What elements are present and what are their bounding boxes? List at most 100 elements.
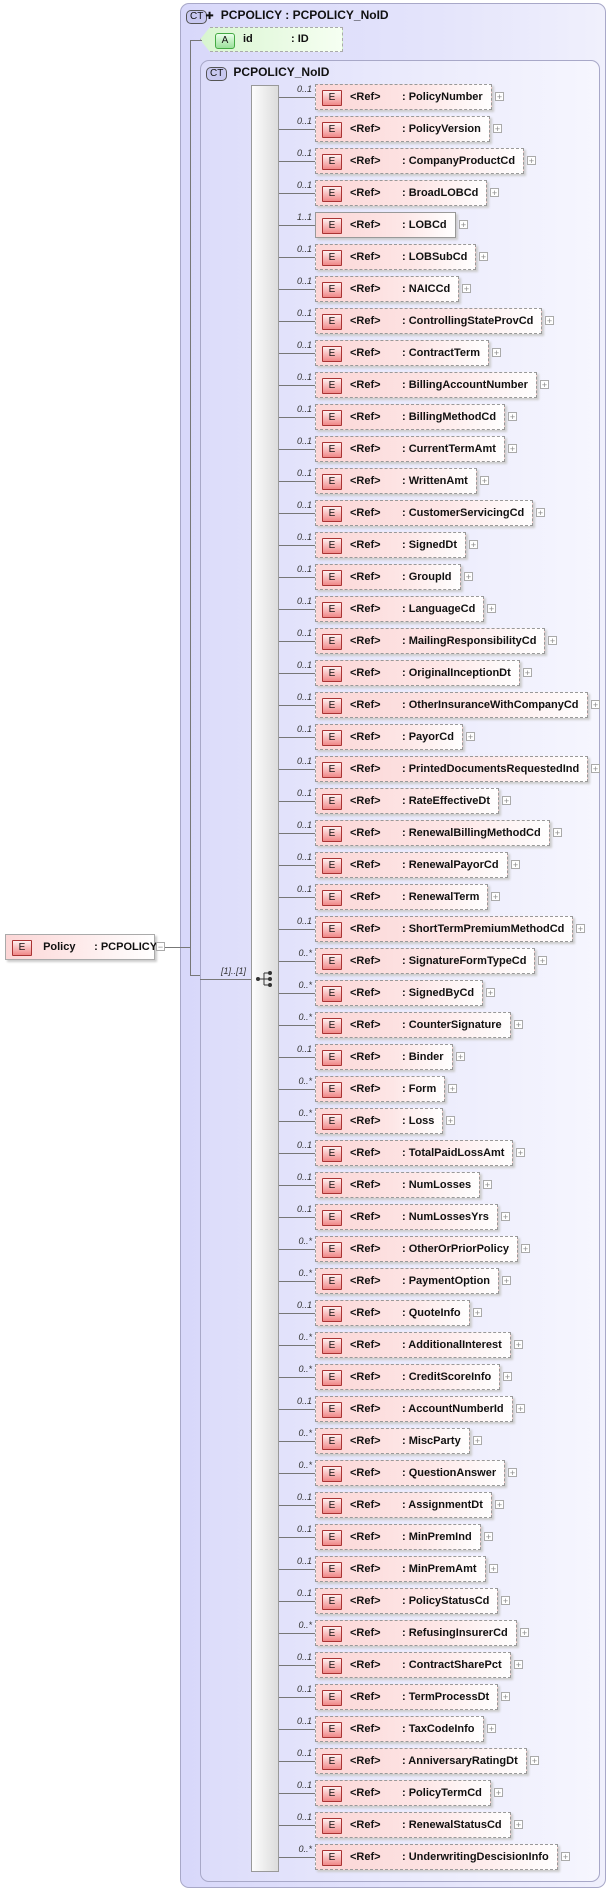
element-ref-box[interactable]: E <Ref>: BillingMethodCd: [315, 404, 506, 430]
element-ref-box[interactable]: E <Ref>: UnderwritingDescisionInfo: [315, 1844, 558, 1870]
expand-plus-icon[interactable]: +: [553, 828, 562, 838]
element-ref-box[interactable]: E <Ref>: MinPremAmt: [315, 1556, 486, 1582]
expand-plus-icon[interactable]: +: [516, 1148, 525, 1158]
expand-plus-icon[interactable]: +: [561, 1852, 570, 1862]
expand-plus-icon[interactable]: +: [508, 1468, 517, 1478]
element-ref-box[interactable]: E <Ref>: PolicyTermCd: [315, 1780, 491, 1806]
expand-plus-icon[interactable]: +: [487, 1724, 496, 1734]
element-ref-box[interactable]: E <Ref>: PolicyVersion: [315, 116, 490, 142]
element-ref-box[interactable]: E <Ref>: RenewalStatusCd: [315, 1812, 511, 1838]
element-ref-box[interactable]: E <Ref>: BillingAccountNumber: [315, 372, 537, 398]
expand-plus-icon[interactable]: +: [486, 988, 495, 998]
element-ref-box[interactable]: E <Ref>: NumLosses: [315, 1172, 481, 1198]
element-ref-box[interactable]: E <Ref>: Binder: [315, 1044, 453, 1070]
element-ref-box[interactable]: E <Ref>: TaxCodeInfo: [315, 1716, 484, 1742]
element-ref-box[interactable]: E <Ref>: PrintedDocumentsRequestedInd: [315, 756, 589, 782]
element-ref-box[interactable]: E <Ref>: BroadLOBCd: [315, 180, 488, 206]
expand-plus-icon[interactable]: +: [464, 572, 473, 582]
expand-plus-icon[interactable]: ✚: [205, 11, 213, 22]
expand-plus-icon[interactable]: +: [473, 1436, 482, 1446]
expand-plus-icon[interactable]: +: [473, 1308, 482, 1318]
element-ref-box[interactable]: E <Ref>: TermProcessDt: [315, 1684, 499, 1710]
expand-plus-icon[interactable]: +: [514, 1020, 523, 1030]
element-ref-box[interactable]: E <Ref>: GroupId: [315, 564, 461, 590]
expand-plus-icon[interactable]: +: [523, 668, 532, 678]
expand-plus-icon[interactable]: +: [502, 1276, 511, 1286]
expand-plus-icon[interactable]: +: [511, 860, 520, 870]
expand-plus-icon[interactable]: +: [459, 220, 468, 230]
element-ref-box[interactable]: E <Ref>: CounterSignature: [315, 1012, 511, 1038]
element-ref-box[interactable]: E <Ref>: MailingResponsibilityCd: [315, 628, 546, 654]
expand-plus-icon[interactable]: +: [490, 188, 499, 198]
expand-plus-icon[interactable]: +: [502, 796, 511, 806]
expand-plus-icon[interactable]: +: [576, 924, 585, 934]
element-ref-box[interactable]: E <Ref>: QuoteInfo: [315, 1300, 470, 1326]
expand-plus-icon[interactable]: +: [462, 284, 471, 294]
element-ref-box[interactable]: E <Ref>: CurrentTermAmt: [315, 436, 505, 462]
element-ref-box[interactable]: E <Ref>: ContractTerm: [315, 340, 490, 366]
expand-plus-icon[interactable]: +: [548, 636, 557, 646]
element-ref-box[interactable]: E <Ref>: LanguageCd: [315, 596, 485, 622]
expand-plus-icon[interactable]: +: [466, 732, 475, 742]
expand-plus-icon[interactable]: +: [508, 444, 517, 454]
element-ref-box[interactable]: E <Ref>: PaymentOption: [315, 1268, 500, 1294]
expand-plus-icon[interactable]: +: [540, 380, 549, 390]
element-ref-box[interactable]: E <Ref>: Form: [315, 1076, 446, 1102]
element-ref-box[interactable]: E <Ref>: CreditScoreInfo: [315, 1364, 501, 1390]
expand-plus-icon[interactable]: +: [446, 1116, 455, 1126]
expand-plus-icon[interactable]: +: [514, 1660, 523, 1670]
element-ref-box[interactable]: E <Ref>: AdditionalInterest: [315, 1332, 511, 1358]
expand-plus-icon[interactable]: +: [480, 476, 489, 486]
element-ref-box[interactable]: E <Ref>: RenewalTerm: [315, 884, 489, 910]
element-ref-box[interactable]: E <Ref>: PayorCd: [315, 724, 463, 750]
element-ref-box[interactable]: E <Ref>: AccountNumberId: [315, 1396, 513, 1422]
element-ref-box[interactable]: E <Ref>: CompanyProductCd: [315, 148, 525, 174]
expand-plus-icon[interactable]: +: [501, 1212, 510, 1222]
element-ref-box[interactable]: E <Ref>: OriginalInceptionDt: [315, 660, 520, 686]
expand-plus-icon[interactable]: +: [489, 1564, 498, 1574]
element-ref-box[interactable]: E <Ref>: ControllingStateProvCd: [315, 308, 543, 334]
expand-plus-icon[interactable]: +: [491, 892, 500, 902]
expand-plus-icon[interactable]: +: [503, 1372, 512, 1382]
expand-plus-icon[interactable]: +: [514, 1820, 523, 1830]
expand-plus-icon[interactable]: +: [508, 412, 517, 422]
element-ref-box[interactable]: E <Ref>: CustomerServicingCd: [315, 500, 534, 526]
element-ref-box[interactable]: E <Ref>: RefusingInsurerCd: [315, 1620, 517, 1646]
expand-plus-icon[interactable]: +: [487, 604, 496, 614]
expand-plus-icon[interactable]: +: [527, 156, 536, 166]
element-ref-box[interactable]: E <Ref>: Loss: [315, 1108, 444, 1134]
expand-plus-icon[interactable]: +: [484, 1532, 493, 1542]
expand-plus-icon[interactable]: +: [469, 540, 478, 550]
expand-plus-icon[interactable]: +: [536, 508, 545, 518]
element-ref-box[interactable]: E <Ref>: LOBCd: [315, 212, 456, 238]
expand-plus-icon[interactable]: +: [492, 348, 501, 358]
expand-plus-icon[interactable]: +: [479, 252, 488, 262]
expand-plus-icon[interactable]: +: [520, 1628, 529, 1638]
element-ref-box[interactable]: E <Ref>: NAICCd: [315, 276, 460, 302]
expand-plus-icon[interactable]: +: [545, 316, 554, 326]
expand-plus-icon[interactable]: +: [514, 1340, 523, 1350]
element-ref-box[interactable]: E <Ref>: MiscParty: [315, 1428, 470, 1454]
expand-plus-icon[interactable]: +: [483, 1180, 492, 1190]
expand-plus-icon[interactable]: +: [495, 92, 504, 102]
element-ref-box[interactable]: E <Ref>: PolicyNumber: [315, 84, 492, 110]
element-ref-box[interactable]: E <Ref>: TotalPaidLossAmt: [315, 1140, 514, 1166]
expand-plus-icon[interactable]: +: [591, 700, 600, 710]
element-ref-box[interactable]: E <Ref>: SignedByCd: [315, 980, 484, 1006]
root-element-policy[interactable]: E Policy : PCPOLICY: [5, 934, 157, 960]
element-ref-box[interactable]: E <Ref>: ContractSharePct: [315, 1652, 511, 1678]
expand-plus-icon[interactable]: +: [501, 1596, 510, 1606]
element-ref-box[interactable]: E <Ref>: LOBSubCd: [315, 244, 477, 270]
collapse-minus-icon[interactable]: −: [156, 942, 165, 952]
element-ref-box[interactable]: E <Ref>: SignedDt: [315, 532, 466, 558]
expand-plus-icon[interactable]: +: [530, 1756, 539, 1766]
element-ref-box[interactable]: E <Ref>: MinPremInd: [315, 1524, 481, 1550]
element-ref-box[interactable]: E <Ref>: OtherInsuranceWithCompanyCd: [315, 692, 588, 718]
element-ref-box[interactable]: E <Ref>: SignatureFormTypeCd: [315, 948, 536, 974]
element-ref-box[interactable]: E <Ref>: ShortTermPremiumMethodCd: [315, 916, 574, 942]
element-ref-box[interactable]: E <Ref>: RenewalBillingMethodCd: [315, 820, 550, 846]
expand-plus-icon[interactable]: +: [448, 1084, 457, 1094]
expand-plus-icon[interactable]: +: [538, 956, 547, 966]
element-ref-box[interactable]: E <Ref>: AssignmentDt: [315, 1492, 492, 1518]
expand-plus-icon[interactable]: +: [521, 1244, 530, 1254]
